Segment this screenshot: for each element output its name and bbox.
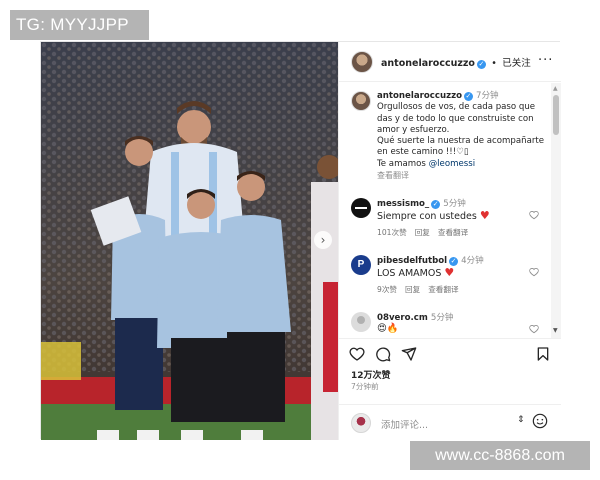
commenter-avatar[interactable]: P [351, 255, 371, 275]
comments-scrollbar[interactable]: ▲ ▼ [551, 83, 561, 338]
current-user-avatar [351, 413, 371, 433]
comment-text: Siempre con ustedes ♥ [377, 209, 490, 222]
post-image-illustration [41, 42, 338, 440]
scrollbar-thumb[interactable] [553, 95, 559, 135]
emoji-toggle-icon[interactable]: ⇕ [517, 415, 525, 425]
heart-icon[interactable] [529, 210, 539, 220]
post-photo[interactable]: › [41, 42, 338, 440]
owner-avatar[interactable] [351, 51, 373, 73]
comment-meta: 101次赞 回复 查看翻译 [377, 227, 476, 238]
verified-badge-icon: ✓ [463, 92, 473, 101]
post-likes-count[interactable]: 12万次赞 [351, 368, 391, 381]
smiley-icon[interactable] [532, 413, 548, 429]
header-separator: • [491, 58, 497, 69]
comments-scroll-area[interactable]: antonelaroccuzzo ✓ 7分钟 Orgullosos de vos, … [339, 83, 551, 338]
red-heart-emoji: ♥ [444, 266, 455, 279]
post-action-bar [339, 338, 561, 368]
comment-likes[interactable]: 9次赞 [377, 285, 397, 294]
verified-badge-icon: ✓ [476, 60, 486, 69]
comment-username[interactable]: 08vero.cm [377, 313, 428, 323]
comment-text: 😍🔥 [377, 323, 399, 334]
owner-username[interactable]: antonelaroccuzzo [381, 58, 475, 69]
caption-mention[interactable]: @leomessi [429, 159, 476, 169]
caption-extra-glyph: ▯ [463, 147, 469, 158]
comment-time: 4分钟 [461, 256, 484, 266]
comment-icon[interactable] [375, 346, 391, 362]
comment-reply-link[interactable]: 回复 [415, 228, 430, 237]
scroll-up-arrow-icon[interactable]: ▲ [553, 85, 558, 92]
post-caption: antonelaroccuzzo ✓ 7分钟 Orgullosos de vos, … [377, 91, 549, 182]
heart-icon: ♡ [456, 147, 464, 158]
comment-time: 5分钟 [443, 199, 466, 209]
post-header: antonelaroccuzzo ✓ • 已关注 ··· [339, 42, 561, 82]
add-comment-input[interactable]: 添加评论... [381, 417, 428, 431]
caption-text-3: Te amamos [377, 158, 426, 169]
comment-meta: 9次赞 回复 查看翻译 [377, 284, 467, 295]
follow-status-button[interactable]: 已关注 [502, 58, 531, 69]
comment-header: messismo_ ✓ 5分钟 [377, 197, 466, 209]
caption-time: 7分钟 [475, 91, 499, 101]
caption-text: Orgullosos de vos, de cada paso que das … [377, 102, 536, 135]
scroll-down-arrow-icon[interactable]: ▼ [553, 327, 558, 334]
post-timestamp: 7分钟前 [351, 382, 379, 391]
caption-username[interactable]: antonelaroccuzzo [377, 91, 462, 101]
share-icon[interactable] [401, 346, 417, 362]
verified-badge-icon: ✓ [431, 200, 441, 209]
comment-likes[interactable]: 101次赞 [377, 228, 407, 237]
red-heart-emoji: ♥ [479, 209, 490, 222]
post-sidebar: antonelaroccuzzo ✓ • 已关注 ··· antonelarocc… [338, 42, 561, 440]
owner-header-line: antonelaroccuzzo ✓ • 已关注 [381, 55, 531, 69]
comment-text: LOS AMAMOS ♥ [377, 266, 455, 279]
comment-item: P pibesdelfutbol ✓ 4分钟 LOS AMAMOS ♥ 9次赞 回复查… [339, 253, 551, 297]
add-comment-bar: 添加评论... ⇕ [339, 404, 561, 440]
comment-item: messismo_ ✓ 5分钟 Siempre con ustedes ♥ 101次… [339, 196, 551, 240]
comment-translate-link[interactable]: 查看翻译 [438, 228, 468, 237]
watermark-top: TG: MYYJJPP [10, 10, 149, 40]
bookmark-icon[interactable] [535, 346, 551, 362]
comment-username[interactable]: messismo_ [377, 199, 429, 209]
heart-icon[interactable] [529, 324, 539, 334]
heart-icon[interactable] [349, 346, 365, 362]
comment-translate-link[interactable]: 查看翻译 [428, 285, 458, 294]
heart-icon[interactable] [529, 267, 539, 277]
caption-owner-avatar[interactable] [351, 91, 371, 111]
chevron-right-icon[interactable]: › [314, 231, 332, 249]
caption-translate-link[interactable]: 查看翻译 [377, 171, 409, 180]
comment-reply-link[interactable]: 回复 [405, 285, 420, 294]
comment-header: pibesdelfutbol ✓ 4分钟 [377, 254, 484, 266]
instagram-post-card: › antonelaroccuzzo ✓ • 已关注 ··· antonelaro… [40, 41, 561, 440]
comment-item: 08vero.cm 5分钟 😍🔥 [339, 310, 551, 338]
commenter-avatar[interactable] [351, 312, 371, 332]
commenter-avatar[interactable] [351, 198, 371, 218]
comment-time: 5分钟 [430, 313, 454, 323]
comment-header: 08vero.cm 5分钟 [377, 311, 454, 323]
verified-badge-icon: ✓ [449, 257, 459, 266]
comment-username[interactable]: pibesdelfutbol [377, 256, 447, 266]
watermark-bottom: www.cc-8868.com [410, 441, 590, 470]
more-options-button[interactable]: ··· [538, 53, 553, 68]
